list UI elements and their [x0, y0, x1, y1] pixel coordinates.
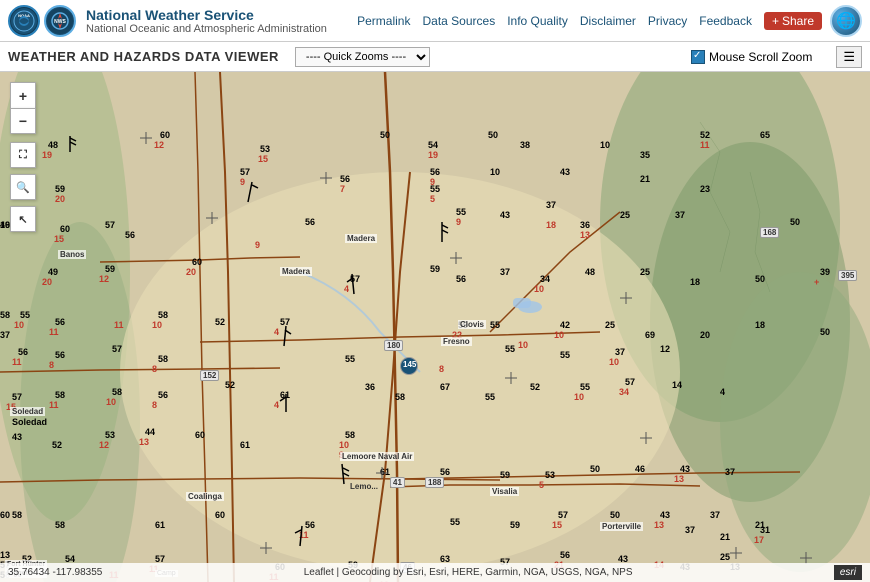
water-feature: [513, 298, 531, 308]
station-marker: [505, 372, 517, 384]
data-sources-link[interactable]: Data Sources: [422, 14, 495, 28]
mouse-scroll-zoom-toggle[interactable]: Mouse Scroll Zoom: [691, 50, 812, 64]
share-icon: +: [772, 14, 779, 28]
hwy-180: 180: [384, 340, 403, 351]
zoom-controls: + −: [10, 82, 36, 134]
globe-icon: 🌐: [830, 5, 862, 37]
city-soledad: Soledad: [10, 407, 45, 416]
noaa-logo: NOAA: [8, 5, 40, 37]
station-marker: [376, 467, 388, 479]
share-label: Share: [782, 14, 814, 28]
station-marker: [640, 432, 652, 444]
zoom-in-button[interactable]: +: [10, 82, 36, 108]
city-madera: Madera: [345, 234, 377, 243]
page-title: WEATHER AND HAZARDS DATA VIEWER: [8, 49, 279, 64]
hwy-168: 168: [760, 227, 779, 238]
coordinates-display: 35.76434 -117.98355: [8, 567, 102, 578]
toolbar: WEATHER AND HAZARDS DATA VIEWER ---- Qui…: [0, 42, 870, 72]
header-logos: NOAA NWS: [8, 5, 76, 37]
layers-button[interactable]: ☰: [836, 46, 862, 68]
mouse-scroll-checkbox[interactable]: [691, 50, 705, 64]
station-marker: [206, 212, 218, 224]
station-marker: [730, 547, 742, 559]
permalink-link[interactable]: Permalink: [357, 14, 410, 28]
map-container[interactable]: + − ⛶ 🔍 ↖ 48 19 60 12 53 15 50 54 19 50 …: [0, 72, 870, 582]
city-clovis: Clovis: [458, 320, 486, 329]
share-button[interactable]: + Share: [764, 12, 822, 30]
nws-logo: NWS: [44, 5, 76, 37]
hwy-145: 145: [400, 357, 418, 375]
agency-name: National Weather Service: [86, 7, 357, 23]
zoom-out-button[interactable]: −: [10, 108, 36, 134]
pan-button[interactable]: ↖: [10, 206, 36, 232]
station-marker: [620, 292, 632, 304]
station-marker: [260, 542, 272, 554]
map-footer: 35.76434 -117.98355 Leaflet | Geocoding …: [0, 563, 870, 582]
mouse-scroll-label: Mouse Scroll Zoom: [709, 50, 812, 64]
quick-zooms-select[interactable]: ---- Quick Zooms ----: [295, 47, 430, 67]
info-quality-link[interactable]: Info Quality: [507, 14, 568, 28]
hwy-395: 395: [838, 270, 857, 281]
hwy-41: 41: [390, 477, 405, 488]
header-text: National Weather Service National Oceani…: [86, 7, 357, 35]
city-coalinga: Coalinga: [186, 492, 224, 501]
city-porterville: Porterville: [600, 522, 643, 531]
city-visalia: Visalia: [490, 487, 519, 496]
city-banos: Banos: [58, 250, 86, 259]
zoom-area-button[interactable]: 🔍: [10, 174, 36, 200]
esri-logo: esri: [834, 565, 862, 580]
station-marker: [140, 132, 152, 144]
header: NOAA NWS National Weather Service Nation…: [0, 0, 870, 42]
station-marker: [320, 172, 332, 184]
city-lemoore-naval: Lemoore Naval Air: [340, 452, 414, 461]
feedback-link[interactable]: Feedback: [699, 14, 752, 28]
svg-text:NWS: NWS: [54, 19, 66, 25]
map-background: [0, 72, 870, 582]
map-controls: + − ⛶ 🔍 ↖: [10, 82, 36, 232]
city-fresno: Fresno: [441, 337, 472, 346]
privacy-link[interactable]: Privacy: [648, 14, 687, 28]
hwy-188: 188: [425, 477, 444, 488]
fullscreen-button[interactable]: ⛶: [10, 142, 36, 168]
station-marker: [450, 252, 462, 264]
hwy-152: 152: [200, 370, 219, 381]
disclaimer-link[interactable]: Disclaimer: [580, 14, 636, 28]
agency-subtitle: National Oceanic and Atmospheric Adminis…: [86, 23, 357, 35]
header-nav: Permalink Data Sources Info Quality Disc…: [357, 12, 822, 30]
attribution-text: Leaflet | Geocoding by Esri, Esri, HERE,…: [304, 567, 633, 578]
city-madera2: Madera: [280, 267, 312, 276]
